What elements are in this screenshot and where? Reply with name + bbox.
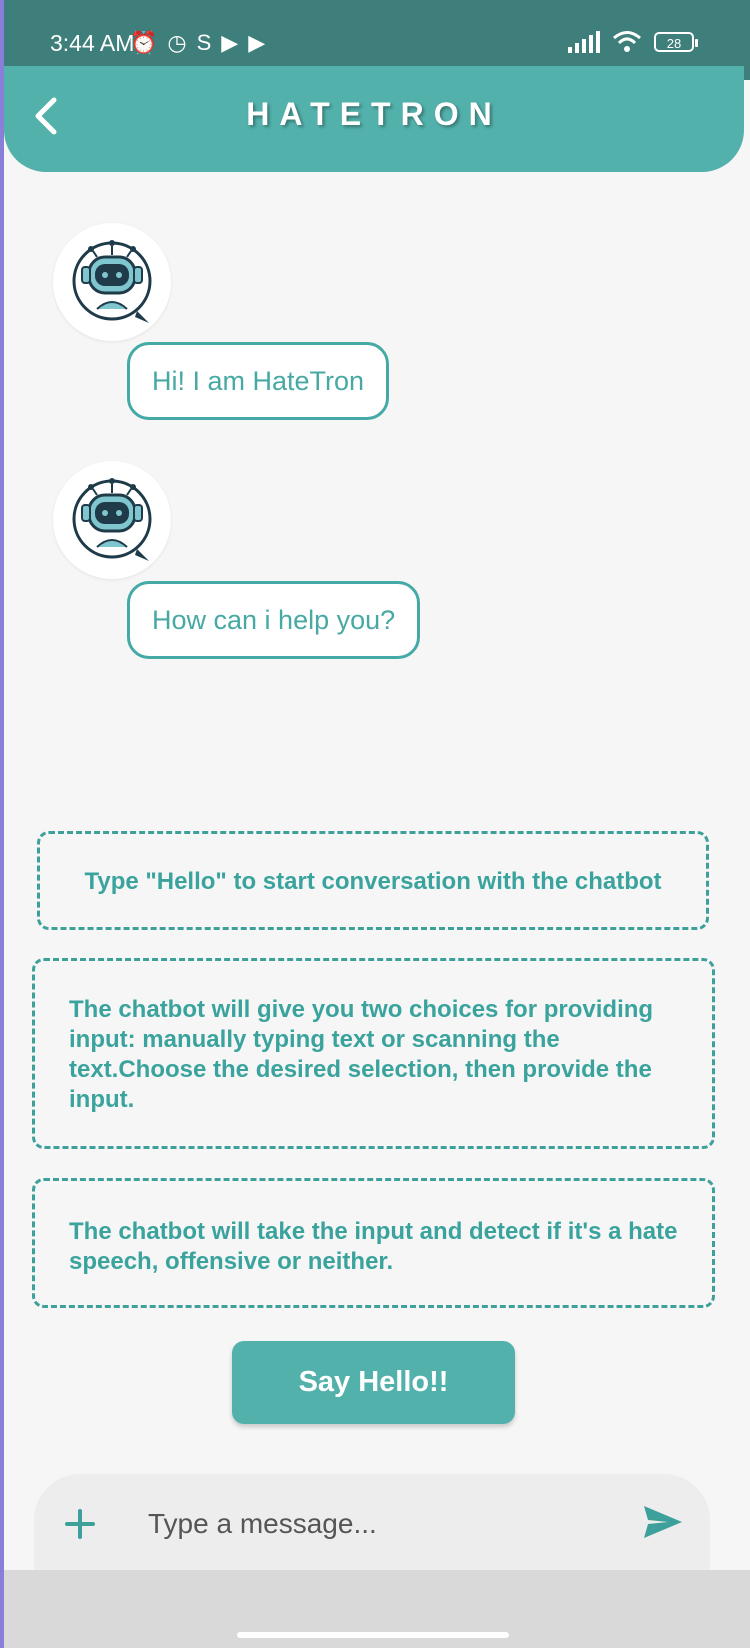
message-input[interactable] [146, 1498, 610, 1550]
robot-avatar-icon [72, 240, 152, 323]
bot-message-bubble: Hi! I am HateTron [127, 342, 390, 420]
instruction-text: The chatbot will take the input and dete… [69, 1218, 678, 1275]
status-time: 3:44 AM [50, 30, 135, 56]
window-edge [0, 0, 4, 1648]
message-composer [34, 1474, 710, 1584]
bot-message-bubble: How can i help you? [127, 581, 421, 659]
app-title: HATETRON [246, 96, 502, 132]
instruction-box: The chatbot will take the input and dete… [32, 1178, 715, 1308]
bot-avatar [53, 461, 171, 579]
instruction-text: Type "Hello" to start conversation with … [84, 868, 662, 895]
signal-icon [568, 31, 600, 53]
alarm-icon: ◷ [167, 30, 187, 55]
robot-avatar-icon [72, 478, 152, 561]
video-camera-icon: ▶ [221, 30, 239, 55]
send-icon[interactable] [642, 1504, 684, 1545]
instruction-box: The chatbot will give you two choices fo… [32, 958, 715, 1149]
say-hello-button[interactable]: Say Hello!! [232, 1341, 515, 1424]
home-indicator[interactable] [237, 1632, 509, 1638]
plus-icon[interactable] [64, 1504, 96, 1548]
instruction-text: The chatbot will give you two choices fo… [69, 996, 654, 1113]
app-bar: HATETRON [4, 66, 744, 172]
battery-icon: 28 [654, 32, 698, 52]
video-camera-icon: ▶ [248, 30, 266, 55]
alarm-off-icon: ⏰ [130, 30, 158, 55]
status-system-icons: 28 [568, 30, 698, 54]
bot-avatar [53, 223, 171, 341]
instruction-box: Type "Hello" to start conversation with … [37, 831, 709, 930]
status-notification-icons: ⏰ ◷ S ▶ ▶ [130, 30, 265, 56]
wifi-icon [613, 31, 641, 52]
app-s-icon: S [196, 30, 212, 55]
